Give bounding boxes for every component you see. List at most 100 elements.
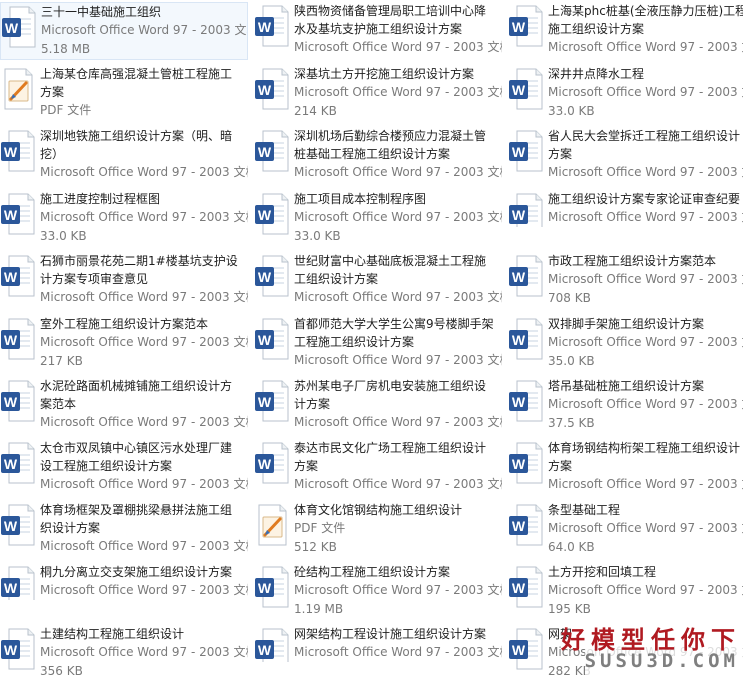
- file-item[interactable]: W 首都师范大学大学生公寓9号楼脚手架工程施工组织设计方案 Microsoft Of…: [254, 315, 502, 370]
- file-type: Microsoft Office Word 97 - 2003 文档: [548, 272, 743, 286]
- file-item[interactable]: W 三十一中基础施工组织 Microsoft Office Word 97 - 20…: [0, 2, 248, 60]
- file-type: Microsoft Office Word 97 - 2003 文档: [294, 290, 502, 304]
- file-name: 网架结构工程设计施工组织设计方案: [294, 627, 487, 641]
- svg-text:W: W: [4, 456, 18, 472]
- file-item[interactable]: W 水泥砼路面机械摊铺施工组织设计方案范本 Microsoft Office Wor…: [0, 377, 248, 432]
- word-doc-icon: W: [0, 317, 36, 361]
- file-name: 苏州某电子厂房机电安装施工组织设计方案: [294, 379, 487, 411]
- file-type: Microsoft Office Word 97 - 2003 文档: [40, 290, 248, 304]
- file-size: 217 KB: [40, 354, 83, 368]
- file-type: PDF 文件: [40, 103, 92, 117]
- word-doc-icon: W: [508, 503, 544, 547]
- svg-text:W: W: [4, 518, 18, 534]
- svg-text:W: W: [258, 82, 272, 98]
- file-name: 三十一中基础施工组织: [41, 5, 162, 19]
- file-name: 室外工程施工组织设计方案范本: [40, 317, 209, 331]
- file-size: 5.18 MB: [41, 42, 91, 56]
- file-type: Microsoft Office Word 97 - 2003 文档: [294, 165, 502, 179]
- file-type: Microsoft Office Word 97 - 2003 文档: [294, 583, 502, 597]
- file-item[interactable]: W 市政工程施工组织设计方案范本 Microsoft Office Word 97 …: [508, 252, 743, 308]
- file-item[interactable]: W 世纪财富中心基础底板混凝土工程施工组织设计方案 Microsoft Office…: [254, 252, 502, 307]
- file-item[interactable]: W 体育场钢结构桁架工程施工组织设计方案 Microsoft Office Word…: [508, 439, 743, 494]
- file-item[interactable]: W 施工进度控制过程框图 Microsoft Office Word 97 - 20…: [0, 190, 248, 246]
- svg-text:W: W: [512, 82, 526, 98]
- word-doc-icon: W: [254, 379, 290, 423]
- file-item[interactable]: W 条型基础工程 Microsoft Office Word 97 - 2003 文…: [508, 501, 743, 557]
- file-item[interactable]: W 泰达市民文化广场工程施工组织设计方案 Microsoft Office Word…: [254, 439, 502, 494]
- file-item[interactable]: W 上海某phc桩基(全液压静力压桩)工程施工组织设计方案 Microsoft Of…: [508, 2, 743, 57]
- file-item[interactable]: 体育文化馆钢结构施工组织设计 PDF 文件 512 KB: [254, 501, 502, 557]
- file-item[interactable]: W 网架结构工程设计施工组织设计方案 Microsoft Office Word 9…: [254, 625, 502, 662]
- file-name: 土方开挖和回填工程: [548, 565, 657, 579]
- word-doc-icon: W: [254, 627, 290, 662]
- file-item[interactable]: W 塔吊基础桩施工组织设计方案 Microsoft Office Word 97 -…: [508, 377, 743, 433]
- file-name: 深基坑土方开挖施工组织设计方案: [294, 67, 475, 81]
- file-item[interactable]: W 石狮市丽景花苑二期1#楼基坑支护设计方案专项审查意见 Microsoft Off…: [0, 252, 248, 307]
- file-item[interactable]: W 苏州某电子厂房机电安装施工组织设计方案 Microsoft Office Wor…: [254, 377, 502, 432]
- word-doc-icon: W: [254, 4, 290, 48]
- file-item[interactable]: W 深基坑土方开挖施工组织设计方案 Microsoft Office Word 97…: [254, 65, 502, 121]
- file-name: 石狮市丽景花苑二期1#楼基坑支护设计方案专项审查意见: [40, 254, 238, 286]
- file-item[interactable]: W 体育场框架及罩棚挑梁悬拼法施工组织设计方案 Microsoft Office W…: [0, 501, 248, 556]
- file-size: 37.5 KB: [548, 416, 595, 430]
- file-name: 体育文化馆钢结构施工组织设计: [294, 503, 463, 517]
- file-item[interactable]: W 深圳机场后勤综合楼预应力混凝土管桩基础工程施工组织设计方案 Microsoft …: [254, 127, 502, 182]
- svg-text:W: W: [258, 269, 272, 285]
- file-item[interactable]: W 施工项目成本控制程序图 Microsoft Office Word 97 - 2…: [254, 190, 502, 246]
- file-name: 条型基础工程: [548, 503, 621, 517]
- svg-text:W: W: [4, 144, 18, 160]
- file-size: 214 KB: [294, 104, 337, 118]
- svg-text:W: W: [4, 207, 18, 223]
- file-size: 195 KB: [548, 602, 591, 616]
- file-name: 上海某仓库高强混凝土管桩工程施工方案: [40, 67, 233, 99]
- file-name: 深圳地铁施工组织设计方案（明、暗挖）: [40, 129, 233, 161]
- file-item[interactable]: W 陕西物资储备管理局职工培训中心降水及基坑支护施工组织设计方案 Microsoft…: [254, 2, 502, 57]
- file-type: Microsoft Office Word 97 - 2003 文档: [294, 40, 502, 54]
- file-type: Microsoft Office Word 97 - 2003 文档: [40, 415, 248, 429]
- file-item[interactable]: W 深井井点降水工程 Microsoft Office Word 97 - 2003…: [508, 65, 743, 121]
- word-doc-icon: W: [508, 67, 544, 111]
- pdf-doc-icon: [254, 503, 290, 547]
- file-item[interactable]: W 太仓市双凤镇中心镇区污水处理厂建设工程施工组织设计方案 Microsoft Of…: [0, 439, 248, 494]
- file-item[interactable]: W 土方开挖和回填工程 Microsoft Office Word 97 - 200…: [508, 563, 743, 619]
- file-item[interactable]: W 土建结构工程施工组织设计 Microsoft Office Word 97 - …: [0, 625, 248, 681]
- file-item[interactable]: W 双排脚手架施工组织设计方案 Microsoft Office Word 97 -…: [508, 315, 743, 371]
- word-doc-icon: W: [508, 441, 544, 485]
- word-doc-icon: W: [254, 254, 290, 298]
- file-item[interactable]: W 省人民大会堂拆迁工程施工组织设计方案 Microsoft Office Word…: [508, 127, 743, 182]
- file-type: Microsoft Office Word 97 - 2003 文档: [294, 477, 502, 491]
- file-name: 桐九分离立交支架施工组织设计方案: [40, 565, 233, 579]
- file-item[interactable]: 上海某仓库高强混凝土管桩工程施工方案 PDF 文件: [0, 65, 248, 120]
- svg-text:W: W: [512, 269, 526, 285]
- svg-text:W: W: [4, 394, 18, 410]
- file-name: 太仓市双凤镇中心镇区污水处理厂建设工程施工组织设计方案: [40, 441, 233, 473]
- word-doc-icon: W: [508, 379, 544, 423]
- file-type: Microsoft Office Word 97 - 2003 文档: [548, 645, 743, 659]
- file-item[interactable]: W 室外工程施工组织设计方案范本 Microsoft Office Word 97 …: [0, 315, 248, 371]
- file-name: 泰达市民文化广场工程施工组织设计方案: [294, 441, 487, 473]
- file-type: Microsoft Office Word 97 - 2003 文档: [548, 165, 743, 179]
- file-name: 水泥砼路面机械摊铺施工组织设计方案范本: [40, 379, 233, 411]
- file-size: 282 KB: [548, 664, 591, 678]
- word-doc-icon: W: [0, 627, 36, 671]
- word-doc-icon: W: [508, 192, 544, 227]
- file-name: 市政工程施工组织设计方案范本: [548, 254, 717, 268]
- file-item[interactable]: W 网架 Microsoft Office Word 97 - 2003 文档 282…: [508, 625, 743, 681]
- file-item[interactable]: W 深圳地铁施工组织设计方案（明、暗挖） Microsoft Office Word…: [0, 127, 248, 182]
- file-type: Microsoft Office Word 97 - 2003 文档: [40, 477, 248, 491]
- file-item[interactable]: W 桐九分离立交支架施工组织设计方案 Microsoft Office Word 9…: [0, 563, 248, 600]
- svg-text:W: W: [512, 207, 526, 223]
- word-doc-icon: W: [0, 441, 36, 485]
- file-size: 35.0 KB: [548, 354, 595, 368]
- file-type: Microsoft Office Word 97 - 2003 文档: [548, 40, 743, 54]
- word-doc-icon: W: [1, 5, 37, 49]
- file-name: 世纪财富中心基础底板混凝土工程施工组织设计方案: [294, 254, 487, 286]
- file-name: 深圳机场后勤综合楼预应力混凝土管桩基础工程施工组织设计方案: [294, 129, 487, 161]
- file-type: Microsoft Office Word 97 - 2003 文档: [548, 583, 743, 597]
- file-item[interactable]: W 砼结构工程施工组织设计方案 Microsoft Office Word 97 -…: [254, 563, 502, 619]
- file-item[interactable]: W 施工组织设计方案专家论证审查纪要 Microsoft Office Word 9…: [508, 190, 743, 227]
- svg-text:W: W: [512, 394, 526, 410]
- svg-text:W: W: [258, 456, 272, 472]
- file-type: Microsoft Office Word 97 - 2003 文档: [548, 210, 743, 224]
- file-type: Microsoft Office Word 97 - 2003 文档: [40, 210, 248, 224]
